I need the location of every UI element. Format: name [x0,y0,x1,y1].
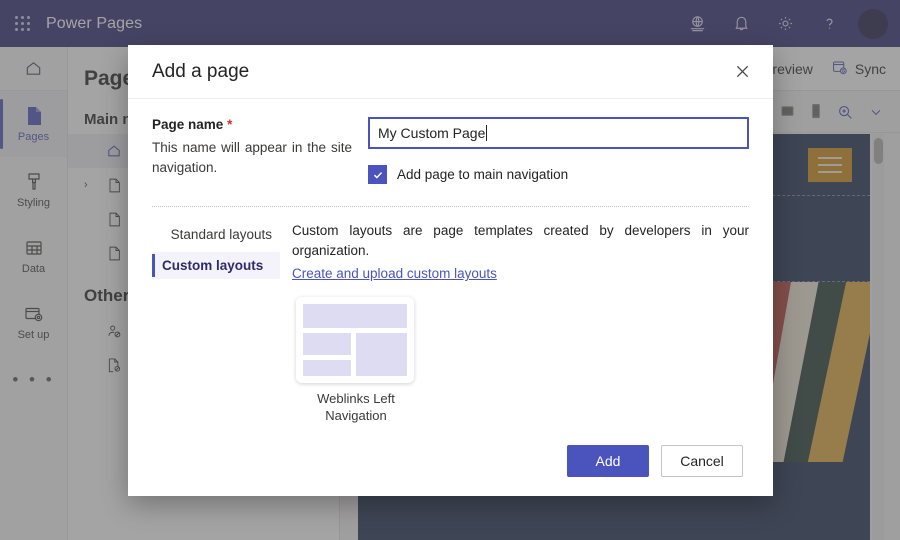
add-to-main-navigation-checkbox[interactable]: Add page to main navigation [368,165,749,184]
add-button[interactable]: Add [567,444,649,477]
section-divider [152,206,749,207]
page-name-description: This name will appear in the site naviga… [152,140,352,175]
page-name-input[interactable]: My Custom Page [368,117,749,149]
checkbox-label: Add page to main navigation [397,167,569,182]
page-name-row: Page name * This name will appear in the… [152,117,749,184]
layout-tabs: Standard layouts Custom layouts [152,221,280,425]
dialog-title: Add a page [152,60,250,82]
layout-card-grid: Weblinks Left Navigation [292,297,749,425]
checkbox-box[interactable] [368,165,387,184]
dialog-footer: Add Cancel [128,425,773,497]
thumbnail-body [303,333,407,377]
create-upload-custom-layouts-link[interactable]: Create and upload custom layouts [292,266,497,281]
panel-description: Custom layouts are page templates create… [292,223,749,258]
layout-card-label: Weblinks Left Navigation [317,391,395,424]
dialog-header: Add a page [128,45,773,99]
thumbnail-right-block [355,333,407,377]
page-name-label: Page name * [152,117,352,132]
thumbnail-header-block [303,304,407,329]
page-name-labels: Page name * This name will appear in the… [152,117,368,184]
layout-tabs-row: Standard layouts Custom layouts Custom l… [152,221,749,425]
text-cursor [486,125,488,141]
close-icon[interactable] [725,55,759,89]
required-marker: * [227,117,233,132]
page-name-controls: My Custom Page Add page to main navigati… [368,117,749,184]
thumbnail-left-block-2 [303,360,351,377]
page-name-label-text: Page name [152,117,224,132]
thumbnail-left-block-1 [303,333,351,356]
tab-standard-layouts[interactable]: Standard layouts [152,221,280,248]
cancel-button[interactable]: Cancel [661,444,743,477]
custom-layouts-panel: Custom layouts are page templates create… [280,221,749,425]
dialog-body: Page name * This name will appear in the… [128,99,773,425]
tab-custom-layouts[interactable]: Custom layouts [152,252,280,279]
weblinks-left-navigation-thumbnail [296,297,414,384]
page-name-value: My Custom Page [378,125,486,141]
thumbnail-left-column [303,333,351,377]
power-pages-app: Power Pages [0,0,900,540]
layout-card-weblinks-left-navigation[interactable]: Weblinks Left Navigation [296,297,416,425]
add-page-dialog: Add a page Page name * This name will ap… [128,45,773,496]
